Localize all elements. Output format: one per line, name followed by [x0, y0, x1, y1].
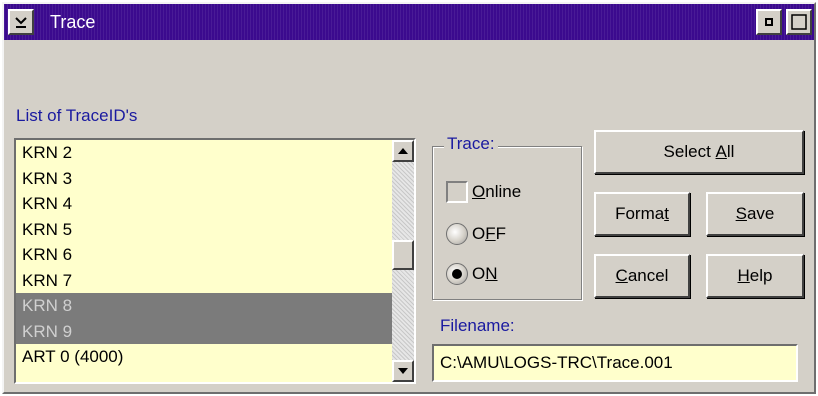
select-all-post: ll — [726, 142, 735, 161]
list-item[interactable]: KRN 4 — [16, 191, 392, 217]
cancel-post: ancel — [627, 266, 669, 285]
radio-selected-dot — [452, 269, 462, 279]
arrow-up-icon — [398, 148, 408, 154]
off-radio-circle[interactable] — [446, 223, 468, 245]
on-label-key: N — [485, 264, 498, 283]
off-label-key: F — [485, 224, 496, 243]
save-button[interactable]: Save — [706, 192, 804, 236]
list-item[interactable]: KRN 2 — [16, 140, 392, 166]
on-radio[interactable]: ON — [446, 260, 498, 288]
cancel-button[interactable]: Cancel — [594, 254, 690, 298]
list-item[interactable]: KRN 7 — [16, 268, 392, 294]
filename-label: Filename: — [440, 316, 515, 335]
select-all-pre: Select — [663, 142, 716, 161]
help-key: H — [737, 266, 750, 285]
on-label: ON — [472, 264, 498, 284]
list-item[interactable]: KRN 3 — [16, 166, 392, 192]
scroll-thumb[interactable] — [392, 240, 414, 270]
minimize-icon — [765, 18, 773, 26]
trace-id-list[interactable]: KRN 2 KRN 3 KRN 4 KRN 5 KRN 6 KRN 7 KRN 8 KRN 9… — [14, 138, 416, 384]
online-label-key: O — [472, 182, 486, 201]
help-post: elp — [749, 266, 773, 285]
format-key: t — [664, 204, 669, 223]
arrow-down-icon — [398, 368, 408, 374]
title-bar[interactable]: Trace — [4, 4, 814, 40]
minimize-button[interactable] — [756, 9, 782, 35]
list-items: KRN 2 KRN 3 KRN 4 KRN 5 KRN 6 KRN 7 KRN 8 KRN 9… — [16, 140, 392, 370]
cancel-key: C — [615, 266, 628, 285]
help-button[interactable]: Help — [706, 254, 804, 298]
online-checkbox-box[interactable] — [446, 181, 468, 203]
list-item[interactable]: KRN 6 — [16, 242, 392, 268]
list-item[interactable]: KRN 5 — [16, 217, 392, 243]
online-label-post: nline — [485, 182, 522, 201]
save-key: S — [735, 204, 747, 223]
scroll-down-button[interactable] — [392, 360, 414, 382]
on-label-pre: O — [472, 264, 486, 283]
online-checkbox[interactable]: Online — [446, 178, 521, 206]
system-menu-button[interactable] — [8, 9, 34, 35]
chevron-down-icon — [15, 17, 27, 28]
off-label-post: F — [495, 224, 507, 243]
trace-list-label: List of TraceID's — [16, 106, 138, 125]
save-post: ave — [746, 204, 775, 223]
online-label: Online — [472, 182, 521, 202]
maximize-icon — [791, 14, 807, 30]
list-item[interactable]: KRN 9 — [16, 318, 392, 344]
select-all-key: A — [715, 142, 727, 161]
list-item[interactable]: KRN 8 — [16, 293, 392, 319]
off-label-pre: O — [472, 224, 486, 243]
maximize-button[interactable] — [786, 9, 812, 35]
window-title: Trace — [50, 12, 96, 32]
on-radio-circle[interactable] — [446, 263, 468, 285]
select-all-button[interactable]: Select All — [594, 130, 804, 174]
list-scrollbar[interactable] — [392, 140, 414, 382]
off-label: OFF — [472, 224, 506, 244]
list-item[interactable]: ART 0 (4000) — [16, 344, 392, 370]
scroll-up-button[interactable] — [392, 140, 414, 162]
scroll-track[interactable] — [392, 162, 414, 360]
trace-group-label: Trace: — [444, 134, 498, 154]
format-button[interactable]: Forma t — [594, 192, 690, 236]
off-radio[interactable]: OFF — [446, 220, 506, 248]
filename-input[interactable] — [432, 344, 798, 382]
format-pre: Forma — [615, 204, 665, 223]
